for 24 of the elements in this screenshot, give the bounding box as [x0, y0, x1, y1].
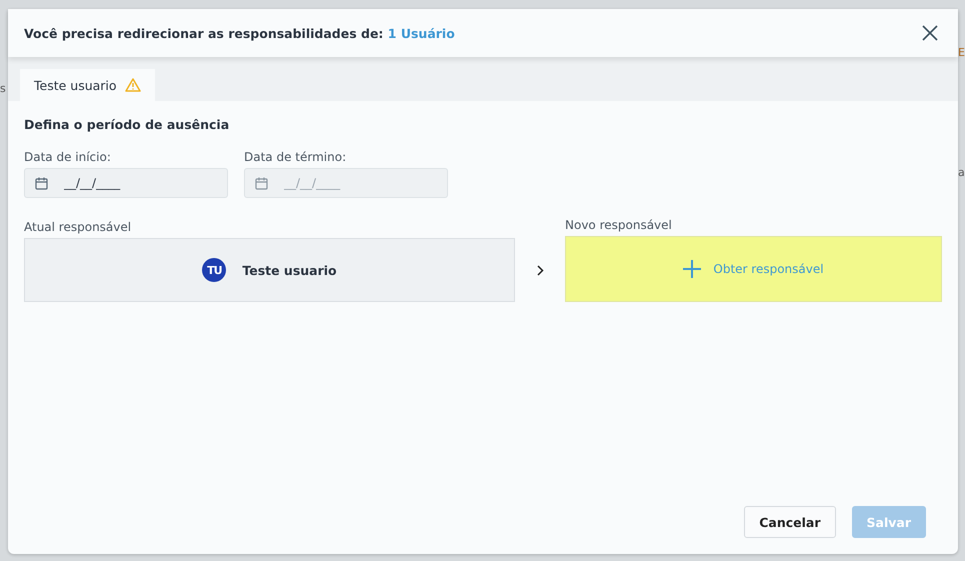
- dialog-title: Você precisa redirecionar as responsabilidades de: 1 Usuário: [24, 26, 455, 40]
- calendar-icon: [255, 176, 268, 190]
- background-text: s: [0, 82, 6, 95]
- field-label: Atual responsável: [24, 220, 132, 234]
- users-link[interactable]: 1 Usuário: [388, 26, 455, 40]
- get-owner-button[interactable]: Obter responsável: [565, 236, 942, 302]
- field-label: Data de término:: [244, 150, 348, 164]
- close-icon: [922, 25, 938, 41]
- background-text: a: [958, 166, 965, 179]
- plus-icon: [683, 260, 702, 278]
- warning-icon: [124, 78, 141, 92]
- calendar-icon: [35, 176, 48, 190]
- field-label: Novo responsável: [565, 218, 673, 232]
- date-input[interactable]: __/__/____: [62, 175, 186, 191]
- chevron-icon: [536, 264, 544, 276]
- field-label: Data de início:: [24, 150, 112, 164]
- background-text: E: [958, 46, 965, 59]
- owner-name: Teste usuario: [242, 262, 337, 278]
- cancel-button[interactable]: Cancelar: [744, 506, 836, 538]
- avatar: TU: [202, 258, 226, 282]
- date-field[interactable]: __/__/____: [24, 168, 228, 198]
- section-title: Defina o período de ausência: [24, 117, 230, 132]
- tab[interactable]: Teste usuario: [20, 69, 155, 101]
- close-button[interactable]: [920, 23, 940, 43]
